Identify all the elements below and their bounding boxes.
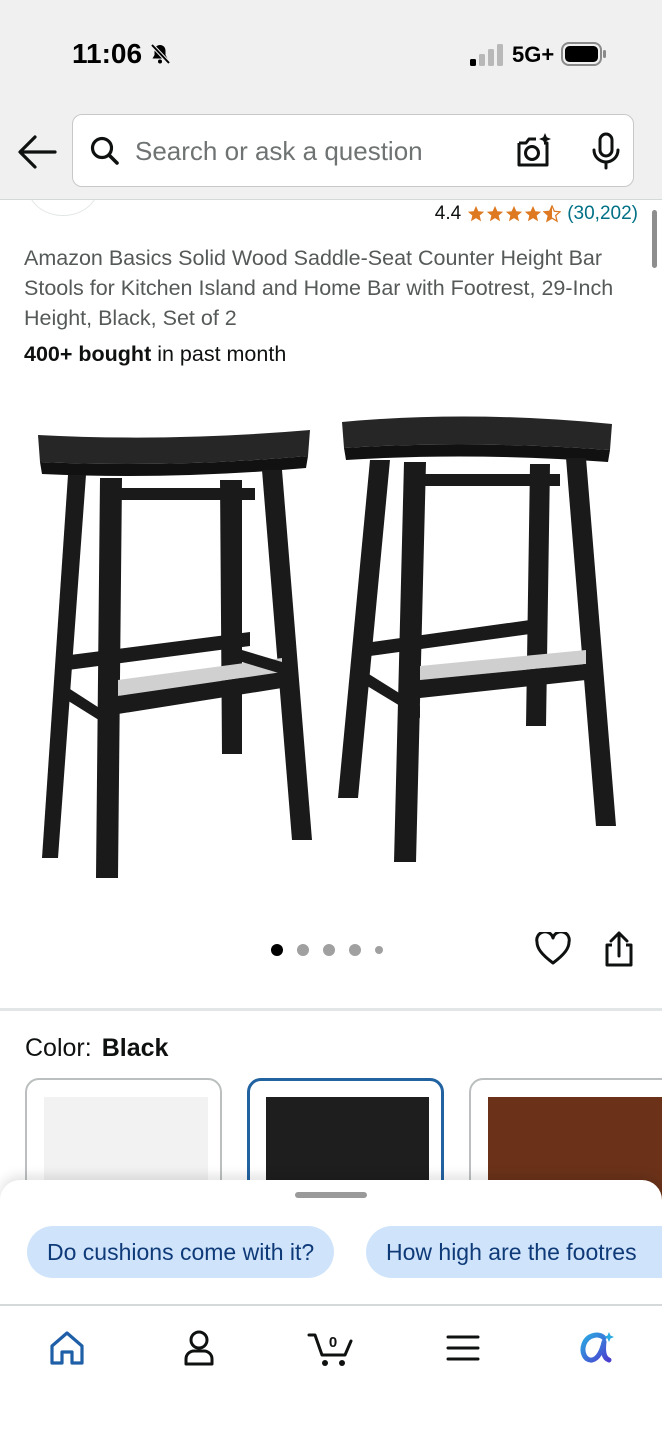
review-count-link[interactable]: (30,202) bbox=[567, 203, 638, 225]
cart-icon: 0 bbox=[307, 1333, 353, 1366]
status-time: 11:06 bbox=[72, 38, 143, 69]
star-rating bbox=[467, 205, 562, 223]
carousel-dot[interactable] bbox=[297, 944, 309, 956]
tab-cart[interactable]: 0 bbox=[305, 1326, 357, 1370]
search-input[interactable] bbox=[135, 131, 495, 171]
network-label: 5G+ bbox=[512, 42, 555, 67]
signal-icon bbox=[470, 44, 504, 71]
share-button[interactable] bbox=[603, 930, 635, 973]
heart-icon bbox=[535, 930, 571, 965]
search-header bbox=[0, 104, 662, 200]
share-icon bbox=[605, 931, 633, 967]
cart-count: 0 bbox=[329, 1334, 337, 1351]
section-divider bbox=[0, 1008, 662, 1011]
color-label-text: Color: bbox=[25, 1034, 92, 1062]
tab-account[interactable] bbox=[174, 1326, 224, 1370]
bought-count: 400+ bought bbox=[24, 342, 152, 366]
wishlist-button[interactable] bbox=[535, 930, 571, 971]
star-icon bbox=[487, 205, 504, 222]
rating-row[interactable]: 4.4 (30,202) bbox=[435, 203, 638, 225]
menu-icon bbox=[446, 1335, 480, 1361]
star-icon bbox=[506, 205, 523, 222]
suggestion-chip[interactable]: Do cushions come with it? bbox=[27, 1226, 335, 1278]
suggestion-chip[interactable]: How high are the footres bbox=[366, 1226, 662, 1278]
home-icon bbox=[50, 1331, 84, 1365]
bought-suffix: in past month bbox=[151, 342, 287, 366]
bought-in-past-month: 400+ bought in past month bbox=[24, 342, 286, 367]
star-icon bbox=[525, 205, 542, 222]
star-icon bbox=[468, 205, 485, 222]
carousel-dot[interactable] bbox=[323, 944, 335, 956]
color-label: Color: Black bbox=[25, 1034, 168, 1063]
battery-icon bbox=[561, 42, 607, 71]
tab-rufus[interactable] bbox=[571, 1326, 621, 1370]
carousel-dot[interactable] bbox=[375, 946, 383, 954]
suggestions-sheet: Do cushions come with it? How high are t… bbox=[0, 1180, 662, 1306]
star-half-icon bbox=[543, 205, 562, 223]
status-bar: 11:06 5G+ bbox=[0, 0, 662, 104]
bar-stool-left bbox=[38, 430, 312, 878]
rating-value: 4.4 bbox=[434, 203, 462, 224]
scrollbar bbox=[652, 210, 657, 268]
search-icon bbox=[89, 135, 121, 172]
bottom-tab-bar: 0 bbox=[0, 1304, 662, 1440]
bell-slash-icon bbox=[148, 42, 172, 71]
tab-menu[interactable] bbox=[438, 1326, 488, 1370]
tab-home[interactable] bbox=[42, 1326, 92, 1370]
product-title: Amazon Basics Solid Wood Saddle-Seat Cou… bbox=[24, 246, 614, 330]
carousel-dot[interactable] bbox=[271, 944, 283, 956]
selected-color: Black bbox=[101, 1034, 169, 1062]
account-icon bbox=[184, 1330, 214, 1366]
back-button[interactable] bbox=[14, 132, 60, 172]
back-arrow-icon bbox=[18, 135, 57, 169]
mic-icon[interactable] bbox=[591, 132, 621, 175]
carousel-dot[interactable] bbox=[349, 944, 361, 956]
image-carousel-dots[interactable] bbox=[271, 944, 383, 956]
search-box[interactable] bbox=[72, 114, 634, 187]
product-image[interactable] bbox=[20, 380, 640, 900]
bar-stool-right bbox=[338, 416, 616, 862]
rufus-icon bbox=[580, 1332, 614, 1363]
camera-icon[interactable] bbox=[515, 132, 553, 175]
sheet-drag-handle[interactable] bbox=[295, 1192, 367, 1198]
